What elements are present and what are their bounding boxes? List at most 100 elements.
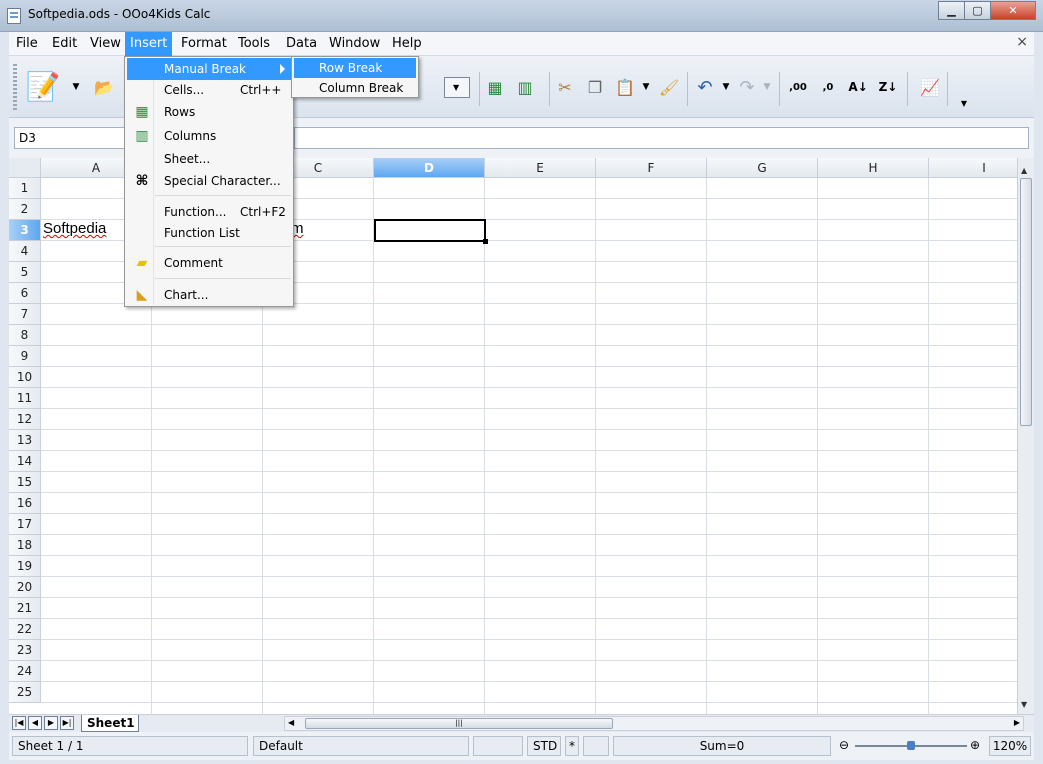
row-header[interactable]: 18 [9, 535, 41, 556]
name-box[interactable]: D3 [14, 127, 129, 149]
row-header[interactable]: 17 [9, 514, 41, 535]
remove-decimal-icon[interactable]: ,0 [815, 74, 841, 100]
row-header[interactable]: 23 [9, 640, 41, 661]
cell-cursor-d3[interactable] [374, 219, 486, 242]
scroll-down-icon[interactable]: ▼ [1021, 700, 1027, 709]
insert-chart-icon[interactable]: 📈 [917, 74, 943, 100]
scroll-up-icon[interactable]: ▲ [1021, 166, 1027, 175]
menu-view[interactable]: View [86, 36, 125, 51]
insert-rows-icon[interactable]: ▦ [482, 74, 508, 100]
toolbar-overflow-chevron-icon[interactable]: ▼ [957, 96, 971, 110]
row-header[interactable]: 9 [9, 346, 41, 367]
column-header-g[interactable]: G [707, 158, 818, 178]
close-document-button[interactable]: × [1016, 34, 1028, 50]
scroll-left-icon[interactable]: ◀ [288, 718, 294, 727]
row-header[interactable]: 15 [9, 472, 41, 493]
cut-icon[interactable]: ✂ [552, 74, 578, 100]
menu-item-row-break[interactable]: Row Break [294, 58, 416, 78]
zoom-slider[interactable]: ⊖ ⊕ [837, 736, 987, 756]
menu-format[interactable]: Format [177, 36, 231, 51]
menu-file[interactable]: File [12, 36, 42, 51]
new-dropdown-chevron-icon[interactable]: ▼ [69, 74, 83, 100]
maximize-button[interactable]: ▢ [964, 1, 991, 20]
column-header-d[interactable]: D [374, 158, 485, 178]
insert-columns-icon[interactable]: ▥ [512, 74, 538, 100]
menu-insert[interactable]: Insert [125, 32, 173, 56]
row-header[interactable]: 8 [9, 325, 41, 346]
row-header[interactable]: 20 [9, 577, 41, 598]
paste-dropdown-chevron-icon[interactable]: ▼ [639, 74, 653, 100]
redo-icon[interactable]: ↷ [734, 74, 760, 100]
zoom-in-icon[interactable]: ⊕ [970, 738, 980, 752]
menu-item-chart[interactable]: ◣ Chart... [127, 284, 291, 306]
clone-formatting-icon[interactable]: 🖌 [656, 74, 682, 100]
menu-item-rows[interactable]: ▦ Rows [127, 101, 291, 123]
menu-item-comment[interactable]: ▰ Comment [127, 252, 291, 274]
sheet-tab-sheet1[interactable]: Sheet1 [81, 715, 139, 732]
fill-handle[interactable] [483, 239, 488, 244]
paste-icon[interactable]: 📋 [612, 74, 638, 100]
row-header[interactable]: 25 [9, 682, 41, 703]
close-window-button[interactable]: ✕ [990, 1, 1036, 20]
new-document-icon[interactable]: 📝 [23, 66, 63, 106]
sort-descending-icon[interactable]: Z↓ [875, 74, 901, 100]
row-header[interactable]: 12 [9, 409, 41, 430]
menu-edit[interactable]: Edit [48, 36, 81, 51]
menu-item-sheet[interactable]: Sheet... [127, 148, 291, 170]
row-header[interactable]: 3 [9, 220, 41, 241]
vertical-scroll-thumb[interactable] [1020, 178, 1032, 426]
row-header[interactable]: 10 [9, 367, 41, 388]
menu-tools[interactable]: Tools [234, 36, 274, 51]
row-header[interactable]: 1 [9, 178, 41, 199]
column-header-i[interactable]: I [929, 158, 1017, 178]
status-zoom[interactable]: 120% [989, 736, 1031, 756]
row-header[interactable]: 2 [9, 199, 41, 220]
row-header[interactable]: 19 [9, 556, 41, 577]
row-header[interactable]: 22 [9, 619, 41, 640]
menu-item-function[interactable]: Function... Ctrl+F2 [127, 201, 291, 223]
row-header[interactable]: 16 [9, 493, 41, 514]
first-sheet-icon[interactable]: |◀ [12, 716, 26, 730]
undo-icon[interactable]: ↶ [692, 74, 718, 100]
row-header[interactable]: 21 [9, 598, 41, 619]
copy-icon[interactable]: ❐ [582, 74, 608, 100]
zoom-thumb[interactable] [907, 741, 915, 750]
menu-item-function-list[interactable]: Function List [127, 222, 291, 244]
row-header[interactable]: 14 [9, 451, 41, 472]
status-sum[interactable]: Sum=0 [613, 736, 831, 756]
menu-window[interactable]: Window [325, 36, 384, 51]
row-header[interactable]: 6 [9, 283, 41, 304]
menu-item-columns[interactable]: ▥ Columns [127, 125, 291, 147]
horizontal-scroll-thumb[interactable]: ||| [305, 718, 613, 729]
row-header[interactable]: 11 [9, 388, 41, 409]
row-header[interactable]: 13 [9, 430, 41, 451]
zoom-out-icon[interactable]: ⊖ [839, 738, 849, 752]
menu-help[interactable]: Help [388, 36, 426, 51]
row-header[interactable]: 5 [9, 262, 41, 283]
row-header[interactable]: 24 [9, 661, 41, 682]
cell-a3[interactable]: Softpedia [43, 220, 106, 237]
vertical-scrollbar[interactable]: ▲ ▼ [1017, 158, 1034, 714]
menu-data[interactable]: Data [282, 36, 321, 51]
last-sheet-icon[interactable]: ▶| [60, 716, 74, 730]
row-header[interactable]: 7 [9, 304, 41, 325]
menu-item-special-character[interactable]: ⌘ Special Character... [127, 170, 291, 192]
undo-dropdown-chevron-icon[interactable]: ▼ [719, 74, 733, 100]
horizontal-scrollbar[interactable]: ◀ ||| ▶ [284, 716, 1024, 731]
previous-sheet-icon[interactable]: ◀ [28, 716, 42, 730]
formula-input[interactable] [294, 127, 1029, 149]
menu-item-manual-break[interactable]: Manual Break [127, 58, 291, 80]
menu-item-cells[interactable]: Cells... Ctrl++ [127, 79, 291, 101]
status-selection-mode[interactable]: STD [527, 736, 561, 756]
open-document-icon[interactable]: 📂 [91, 74, 117, 100]
select-all-corner[interactable] [9, 158, 41, 178]
column-header-f[interactable]: F [596, 158, 707, 178]
row-header[interactable]: 4 [9, 241, 41, 262]
minimize-button[interactable]: ▁ [938, 1, 965, 20]
add-decimal-icon[interactable]: ,00 [785, 74, 811, 100]
menu-item-column-break[interactable]: Column Break [294, 78, 416, 98]
status-page-style[interactable]: Default [253, 736, 469, 756]
next-sheet-icon[interactable]: ▶ [44, 716, 58, 730]
column-header-h[interactable]: H [818, 158, 929, 178]
scroll-right-icon[interactable]: ▶ [1014, 718, 1020, 727]
